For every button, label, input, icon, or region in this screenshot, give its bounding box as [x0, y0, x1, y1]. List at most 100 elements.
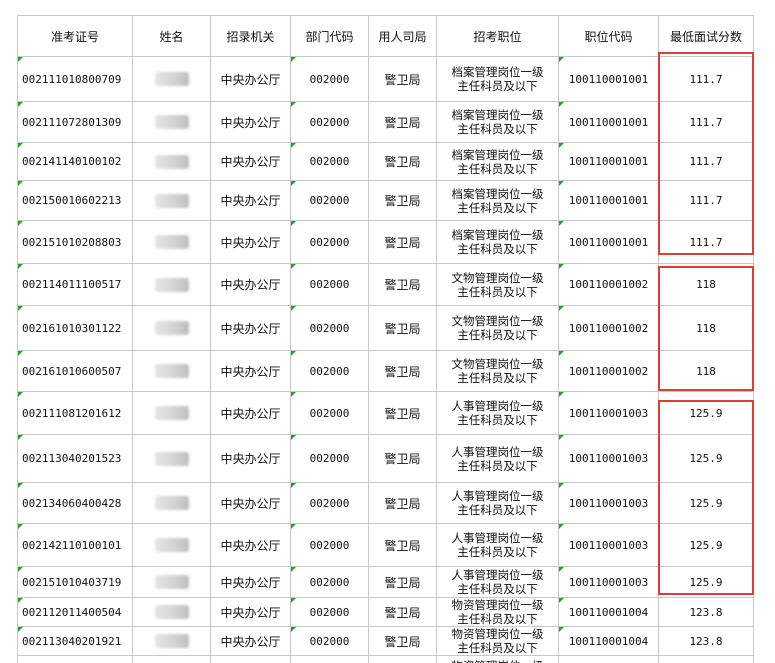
cell-name[interactable]: [132, 523, 211, 567]
cell-name[interactable]: [132, 434, 211, 483]
cell-position[interactable]: 档案管理岗位一级 主任科员及以下: [436, 220, 559, 264]
cell-exam-id[interactable]: 002114011100517: [17, 263, 133, 306]
cell-exam-id[interactable]: 002113040201921: [17, 626, 133, 656]
cell-position-code[interactable]: 100110001001: [558, 56, 659, 102]
cell-name[interactable]: [132, 305, 211, 351]
cell-min-score[interactable]: 111.7: [658, 101, 754, 143]
cell-agency[interactable]: 中央办公厅: [210, 482, 291, 524]
cell-name[interactable]: [132, 626, 211, 656]
cell-agency[interactable]: 中央办公厅: [210, 391, 291, 435]
cell-position[interactable]: 人事管理岗位一级 主任科员及以下: [436, 434, 559, 483]
cell-position-code[interactable]: 100110001004: [558, 626, 659, 656]
cell-bureau[interactable]: [368, 655, 437, 663]
cell-position-code[interactable]: 100110001001: [558, 142, 659, 181]
cell-agency[interactable]: 中央办公厅: [210, 523, 291, 567]
cell-bureau[interactable]: 警卫局: [368, 220, 437, 264]
cell-dept-code[interactable]: 002000: [290, 523, 369, 567]
cell-agency[interactable]: 中央办公厅: [210, 626, 291, 656]
cell-position-code[interactable]: 100110001003: [558, 391, 659, 435]
cell-exam-id[interactable]: 002161010301122: [17, 305, 133, 351]
cell-min-score[interactable]: 125.9: [658, 434, 754, 483]
cell-position-code[interactable]: 100110001004: [558, 597, 659, 627]
cell-dept-code[interactable]: 002000: [290, 566, 369, 598]
cell-dept-code[interactable]: 002000: [290, 101, 369, 143]
header-name[interactable]: 姓名: [132, 15, 211, 57]
cell-bureau[interactable]: 警卫局: [368, 626, 437, 656]
cell-dept-code[interactable]: 002000: [290, 56, 369, 102]
cell-min-score[interactable]: 125.9: [658, 482, 754, 524]
cell-position[interactable]: 物资管理岗位一级: [436, 655, 559, 663]
cell-dept-code[interactable]: 002000: [290, 220, 369, 264]
cell-name[interactable]: [132, 566, 211, 598]
cell-agency[interactable]: 中央办公厅: [210, 220, 291, 264]
cell-position[interactable]: 人事管理岗位一级 主任科员及以下: [436, 391, 559, 435]
cell-agency[interactable]: 中央办公厅: [210, 350, 291, 392]
header-dept-code[interactable]: 部门代码: [290, 15, 369, 57]
cell-min-score[interactable]: 118: [658, 305, 754, 351]
cell-bureau[interactable]: 警卫局: [368, 523, 437, 567]
cell-position-code[interactable]: 100110001001: [558, 101, 659, 143]
cell-dept-code[interactable]: 002000: [290, 597, 369, 627]
cell-min-score[interactable]: 118: [658, 350, 754, 392]
cell-name[interactable]: [132, 597, 211, 627]
cell-agency[interactable]: 中央办公厅: [210, 180, 291, 221]
cell-position[interactable]: 人事管理岗位一级 主任科员及以下: [436, 482, 559, 524]
cell-dept-code[interactable]: [290, 655, 369, 663]
cell-bureau[interactable]: 警卫局: [368, 263, 437, 306]
cell-bureau[interactable]: 警卫局: [368, 482, 437, 524]
cell-min-score[interactable]: 123.8: [658, 597, 754, 627]
cell-exam-id[interactable]: 002141140100102: [17, 142, 133, 181]
cell-exam-id[interactable]: 002111072801309: [17, 101, 133, 143]
header-min-score[interactable]: 最低面试分数: [658, 15, 754, 57]
cell-agency[interactable]: [210, 655, 291, 663]
cell-position-code[interactable]: 100110001001: [558, 180, 659, 221]
cell-name[interactable]: [132, 655, 211, 663]
header-position-code[interactable]: 职位代码: [558, 15, 659, 57]
cell-position-code[interactable]: 100110001003: [558, 482, 659, 524]
cell-position-code[interactable]: 100110001002: [558, 263, 659, 306]
cell-min-score[interactable]: 111.7: [658, 180, 754, 221]
header-exam-id[interactable]: 准考证号: [17, 15, 133, 57]
cell-position[interactable]: 文物管理岗位一级 主任科员及以下: [436, 263, 559, 306]
header-agency[interactable]: 招录机关: [210, 15, 291, 57]
cell-bureau[interactable]: 警卫局: [368, 597, 437, 627]
cell-name[interactable]: [132, 180, 211, 221]
cell-exam-id[interactable]: 002151010208803: [17, 220, 133, 264]
cell-position-code[interactable]: 100110001002: [558, 350, 659, 392]
cell-position-code[interactable]: 100110001003: [558, 566, 659, 598]
cell-min-score[interactable]: 111.7: [658, 142, 754, 181]
cell-position[interactable]: 文物管理岗位一级 主任科员及以下: [436, 350, 559, 392]
cell-min-score[interactable]: 111.7: [658, 56, 754, 102]
cell-position[interactable]: 文物管理岗位一级 主任科员及以下: [436, 305, 559, 351]
cell-dept-code[interactable]: 002000: [290, 142, 369, 181]
header-bureau[interactable]: 用人司局: [368, 15, 437, 57]
cell-min-score[interactable]: [658, 655, 754, 663]
cell-position[interactable]: 人事管理岗位一级 主任科员及以下: [436, 566, 559, 598]
cell-exam-id[interactable]: 002113040201523: [17, 434, 133, 483]
cell-position-code[interactable]: 100110001002: [558, 305, 659, 351]
cell-name[interactable]: [132, 263, 211, 306]
cell-exam-id[interactable]: 002151010403719: [17, 566, 133, 598]
cell-position[interactable]: 档案管理岗位一级 主任科员及以下: [436, 180, 559, 221]
cell-name[interactable]: [132, 220, 211, 264]
cell-dept-code[interactable]: 002000: [290, 626, 369, 656]
cell-position[interactable]: 档案管理岗位一级 主任科员及以下: [436, 142, 559, 181]
cell-position[interactable]: 物资管理岗位一级 主任科员及以下: [436, 597, 559, 627]
cell-position[interactable]: 档案管理岗位一级 主任科员及以下: [436, 101, 559, 143]
cell-dept-code[interactable]: 002000: [290, 305, 369, 351]
cell-exam-id[interactable]: 002161010600507: [17, 350, 133, 392]
cell-min-score[interactable]: 125.9: [658, 391, 754, 435]
cell-agency[interactable]: 中央办公厅: [210, 101, 291, 143]
cell-name[interactable]: [132, 101, 211, 143]
cell-bureau[interactable]: 警卫局: [368, 56, 437, 102]
cell-exam-id[interactable]: 002111010800709: [17, 56, 133, 102]
cell-name[interactable]: [132, 56, 211, 102]
cell-position[interactable]: 物资管理岗位一级 主任科员及以下: [436, 626, 559, 656]
cell-min-score[interactable]: 125.9: [658, 523, 754, 567]
cell-exam-id[interactable]: 002134060400428: [17, 482, 133, 524]
cell-bureau[interactable]: 警卫局: [368, 350, 437, 392]
cell-min-score[interactable]: 125.9: [658, 566, 754, 598]
header-position[interactable]: 招考职位: [436, 15, 559, 57]
cell-agency[interactable]: 中央办公厅: [210, 305, 291, 351]
cell-bureau[interactable]: 警卫局: [368, 101, 437, 143]
